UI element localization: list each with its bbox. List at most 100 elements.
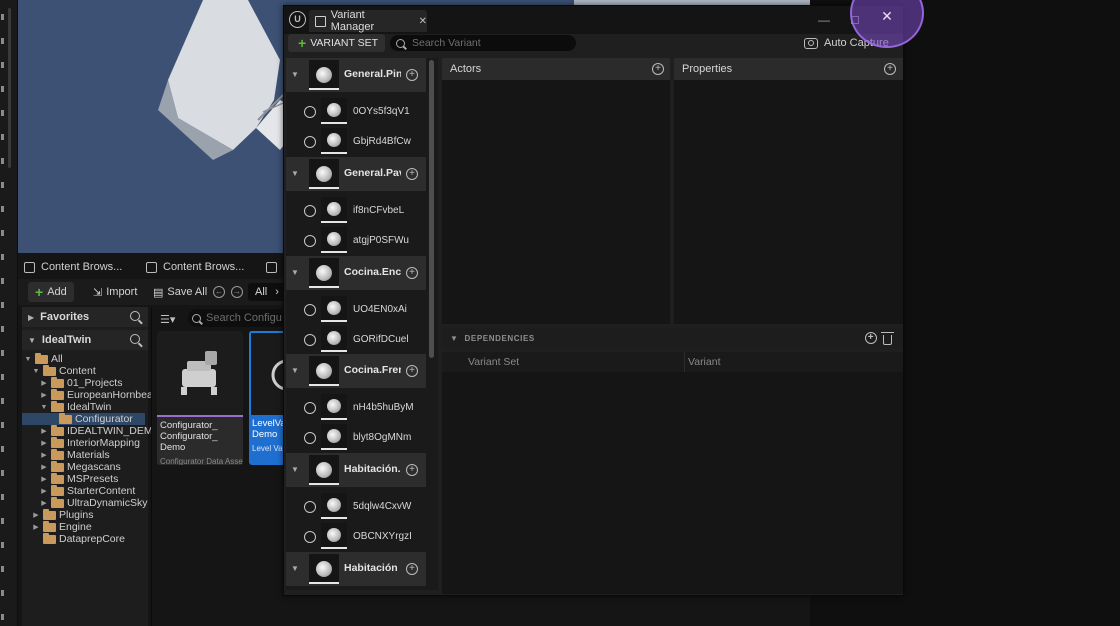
caret-down-icon[interactable]: ▼ xyxy=(291,564,299,573)
left-scrollbar[interactable] xyxy=(8,8,11,168)
variant-manager-titlebar[interactable]: U Variant Manager ✕ — xyxy=(284,6,903,34)
back-icon[interactable]: ← xyxy=(213,286,225,298)
variant-radio[interactable] xyxy=(304,531,316,543)
add-variant-icon[interactable]: + xyxy=(406,563,418,575)
caret-down-icon[interactable]: ▼ xyxy=(291,268,299,277)
cube-icon xyxy=(327,399,341,413)
variant-row[interactable]: UO4EN0xAi xyxy=(286,295,426,325)
variant-set-row[interactable]: ▼ Habitación. + xyxy=(286,453,426,487)
close-window-button[interactable]: ✕ xyxy=(876,6,898,26)
left-strip-tick xyxy=(1,278,4,284)
variant-row[interactable]: atgjP0SFWu xyxy=(286,226,426,256)
add-variant-set-button[interactable]: + VARIANT SET xyxy=(288,34,385,52)
variant-row[interactable]: GbjRd4BfCw xyxy=(286,127,426,157)
add-variant-icon[interactable]: + xyxy=(406,69,418,81)
content-browser-tab-2[interactable]: Content Brows... xyxy=(140,255,250,279)
tree-item-dataprep-core[interactable]: DataprepCore xyxy=(22,532,125,545)
add-variant-icon[interactable]: + xyxy=(406,464,418,476)
caret-right-icon: ▶ xyxy=(41,464,47,471)
tree-item-all[interactable]: ▼ All xyxy=(22,352,63,365)
content-browser-tab-1[interactable]: Content Brows... xyxy=(18,255,128,279)
search-icon[interactable] xyxy=(130,311,140,321)
variant-row[interactable]: GORifDCuel xyxy=(286,325,426,355)
tree-item-idealtwin[interactable]: ▼ IdealTwin xyxy=(22,400,111,413)
import-button[interactable]: ⇲ Import xyxy=(86,282,144,302)
tree-item-mspresets[interactable]: ▶ MSPresets xyxy=(22,472,118,485)
variant-set-row[interactable]: ▼ Cocina.Fren + xyxy=(286,354,426,388)
add-variant-icon[interactable]: + xyxy=(406,365,418,377)
tree-item-materials[interactable]: ▶ Materials xyxy=(22,448,110,461)
caret-down-icon[interactable]: ▼ xyxy=(291,366,299,375)
search-icon[interactable] xyxy=(130,334,140,344)
tree-item-interior-mapping[interactable]: ▶ InteriorMapping xyxy=(22,436,140,449)
variant-radio[interactable] xyxy=(304,235,316,247)
trash-icon[interactable] xyxy=(881,332,894,345)
cube-icon xyxy=(327,528,341,542)
add-property-icon[interactable]: + xyxy=(884,63,896,75)
variant-radio[interactable] xyxy=(304,501,316,513)
forward-icon[interactable]: → xyxy=(231,286,243,298)
caret-right-icon: ▶ xyxy=(28,312,35,322)
left-strip-tick xyxy=(1,326,4,332)
cube-icon xyxy=(327,301,341,315)
tree-item-megascans[interactable]: ▶ Megascans xyxy=(22,460,121,473)
column-divider[interactable] xyxy=(684,352,685,372)
tree-item-starter-content[interactable]: ▶ StarterContent xyxy=(22,484,135,497)
asset-label: Configurator_ Configurator_ Demo Configu… xyxy=(157,415,243,465)
dependencies-list xyxy=(442,372,903,594)
tree-item-engine[interactable]: ▶ Engine xyxy=(22,520,92,533)
variant-row[interactable]: blyt8OgMNm xyxy=(286,423,426,453)
variant-set-row[interactable]: ▼ Habitación + xyxy=(286,552,426,586)
tree-item-01-projects[interactable]: ▶ 01_Projects xyxy=(22,376,122,389)
variant-radio[interactable] xyxy=(304,136,316,148)
add-variant-icon[interactable]: + xyxy=(406,168,418,180)
project-header[interactable]: ▼ IdealTwin xyxy=(22,330,148,350)
variant-thumbnail xyxy=(321,326,347,352)
variant-row[interactable]: 5dqlw4CxvW xyxy=(286,492,426,522)
path-all-dropdown[interactable]: All › xyxy=(248,283,288,301)
add-button[interactable]: + Add xyxy=(28,282,74,302)
variant-radio[interactable] xyxy=(304,432,316,444)
variant-list-scrollbar[interactable] xyxy=(429,60,434,358)
asset-tile-configurator-demo[interactable]: Configurator_ Configurator_ Demo Configu… xyxy=(157,331,243,465)
caret-down-icon[interactable]: ▼ xyxy=(291,465,299,474)
caret-down-icon[interactable]: ▼ xyxy=(291,70,299,79)
variant-manager-tab[interactable]: Variant Manager ✕ xyxy=(309,9,427,33)
variant-set-thumbnail xyxy=(309,258,339,288)
variant-radio[interactable] xyxy=(304,402,316,414)
variant-row[interactable]: OBCNXYrgzI xyxy=(286,522,426,552)
add-dependency-icon[interactable]: + xyxy=(865,332,877,344)
tree-item-ultra-dynamic-sky[interactable]: ▶ UltraDynamicSky xyxy=(22,496,148,509)
tree-item-european-hornbeam[interactable]: ▶ EuropeanHornbea xyxy=(22,388,153,401)
save-all-button[interactable]: ▤ Save All xyxy=(146,282,214,302)
variant-name: nH4b5huByM xyxy=(353,402,414,413)
variant-set-row[interactable]: ▼ Cocina.Enci + xyxy=(286,256,426,290)
caret-down-icon[interactable]: ▼ xyxy=(291,169,299,178)
tree-item-plugins[interactable]: ▶ Plugins xyxy=(22,508,93,521)
search-variant-input[interactable]: Search Variant xyxy=(390,35,576,51)
variant-radio[interactable] xyxy=(304,106,316,118)
add-variant-icon[interactable]: + xyxy=(406,267,418,279)
filter-icon[interactable]: ☰▾ xyxy=(160,313,175,326)
variant-row[interactable]: nH4b5huByM xyxy=(286,393,426,423)
variant-radio[interactable] xyxy=(304,205,316,217)
variant-row[interactable]: if8nCFvbeL xyxy=(286,196,426,226)
minimize-button[interactable]: — xyxy=(811,10,837,30)
asset-search-input[interactable]: Search Configu xyxy=(188,309,288,327)
variant-radio[interactable] xyxy=(304,304,316,316)
variant-radio[interactable] xyxy=(304,334,316,346)
tree-item-idealtwin-demo[interactable]: ▶ IDEALTWIN_DEMC xyxy=(22,424,160,437)
variant-set-row[interactable]: ▼ General.Pav + xyxy=(286,157,426,191)
left-strip-tick xyxy=(1,446,4,452)
tree-label: Engine xyxy=(59,521,92,533)
favorites-header[interactable]: ▶ Favorites xyxy=(22,307,148,327)
dependencies-header[interactable]: ▼ DEPENDENCIES + xyxy=(442,328,903,348)
tab-close-icon[interactable]: ✕ xyxy=(419,16,427,27)
column-variant-set[interactable]: Variant Set xyxy=(468,356,519,368)
variant-set-row[interactable]: ▼ General.Pin + xyxy=(286,58,426,92)
variant-row[interactable]: 0OYs5f3qV1 xyxy=(286,97,426,127)
add-actor-icon[interactable]: + xyxy=(652,63,664,75)
tree-item-content[interactable]: ▼ Content xyxy=(22,364,96,377)
tree-item-configurator[interactable]: Configurator xyxy=(22,412,145,425)
column-variant[interactable]: Variant xyxy=(688,356,721,368)
